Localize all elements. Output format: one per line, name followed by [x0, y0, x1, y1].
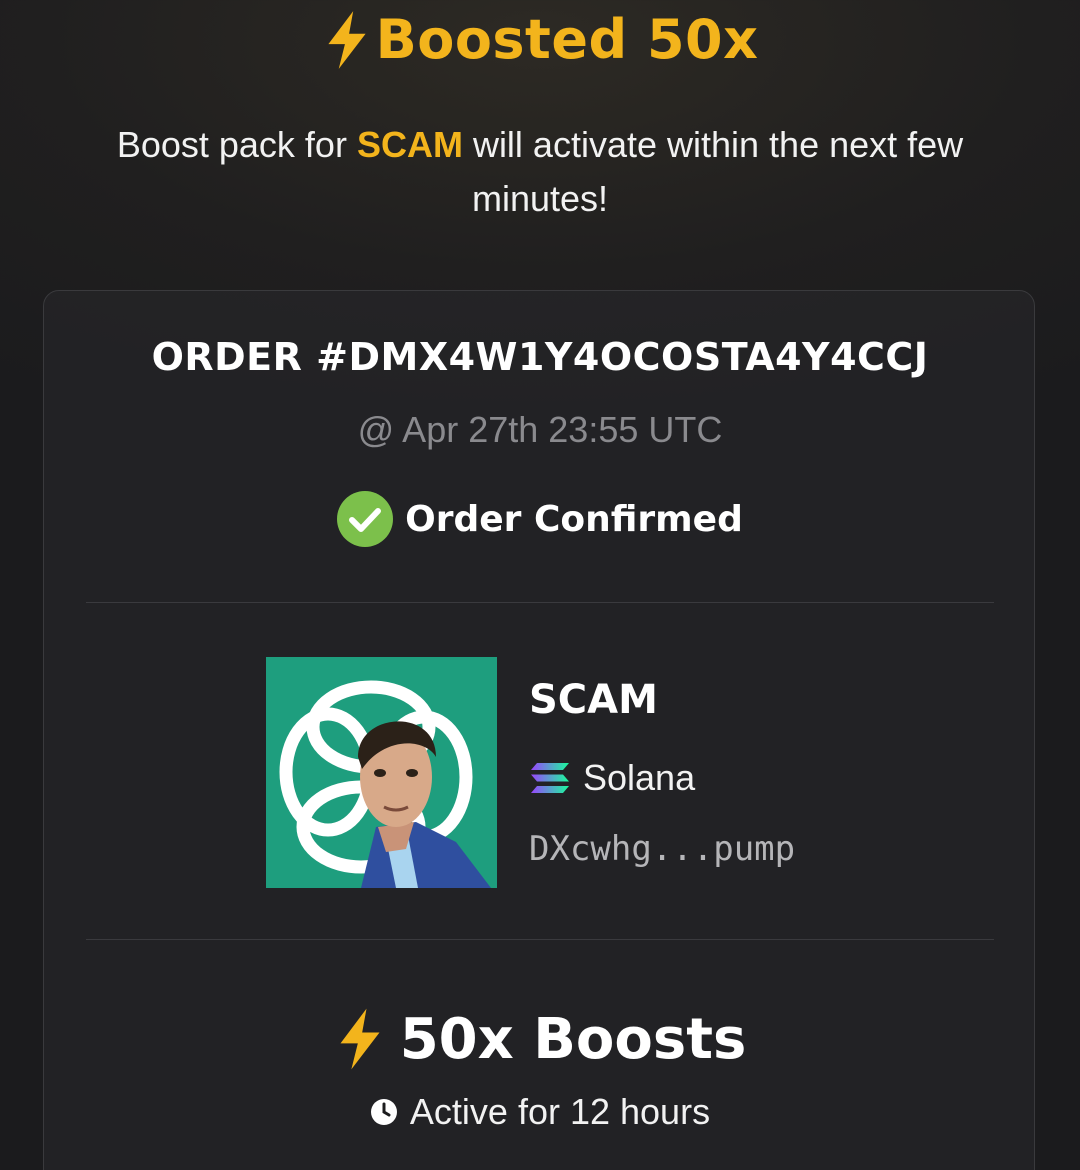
divider [86, 602, 994, 603]
boost-duration-label: Active for 12 hours [409, 1091, 711, 1132]
activation-message-prefix: Boost pack for [116, 124, 357, 165]
divider [86, 939, 994, 940]
lightning-icon [340, 1008, 380, 1070]
boost-duration: Active for 12 hours [44, 1091, 1036, 1133]
boost-summary: 50x Boosts [44, 1006, 1036, 1072]
order-status-label: Order Confirmed [405, 498, 743, 540]
order-id: ORDER #DMX4W1Y4OCOSTA4Y4CCJ [151, 335, 929, 379]
activation-message-token: SCAM [356, 124, 463, 165]
token-name: SCAM [529, 677, 658, 723]
order-card: ORDER #DMX4W1Y4OCOSTA4Y4CCJ @ Apr 27th 2… [43, 290, 1035, 1170]
solana-icon [531, 763, 569, 793]
lightning-icon [327, 10, 366, 69]
token-info: SCAM Solana DXcwhg...pump [266, 657, 866, 889]
activation-message-suffix: will activate within the next few minute… [462, 124, 964, 219]
check-circle-icon [337, 491, 394, 547]
chain-name: Solana [583, 757, 696, 798]
order-timestamp: @ Apr 27th 23:55 UTC [357, 409, 723, 450]
page-title-text: Boosted 50x [375, 8, 759, 71]
activation-message: Boost pack for SCAM will activate within… [50, 118, 1030, 226]
clock-icon [370, 1099, 397, 1125]
page-title: Boosted 50x [0, 8, 1080, 71]
order-status: Order Confirmed [44, 491, 1036, 547]
token-address[interactable]: DXcwhg...pump [529, 829, 795, 869]
token-avatar [266, 657, 497, 888]
token-logo-image [266, 657, 497, 888]
token-chain: Solana [529, 757, 695, 799]
boost-count: 50x Boosts [399, 1006, 747, 1072]
